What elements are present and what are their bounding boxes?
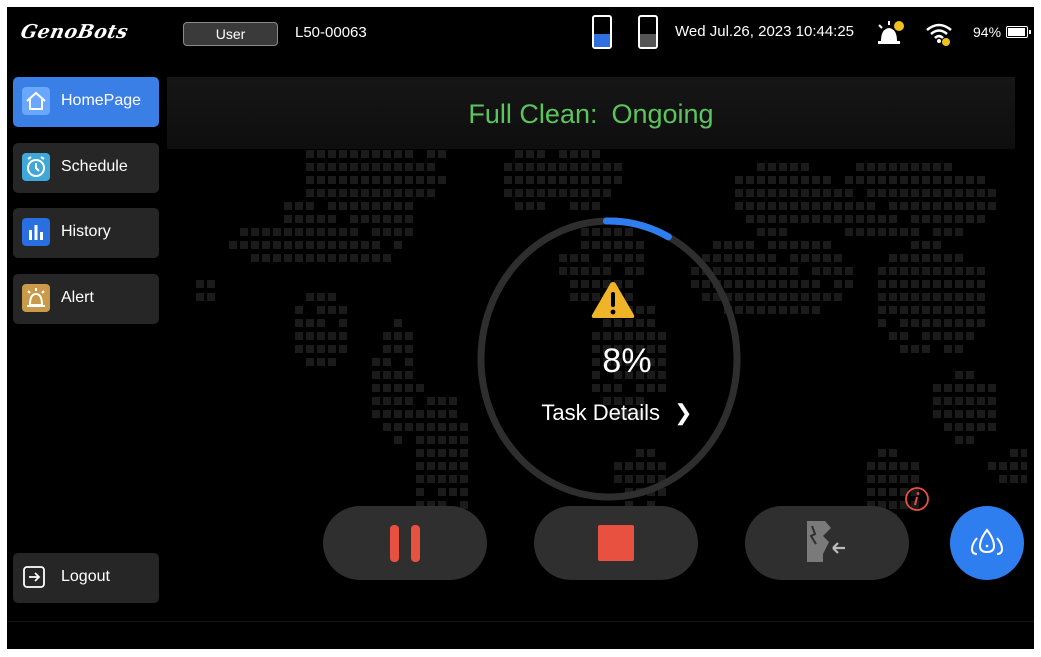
logout-icon [23, 566, 45, 588]
alarm-icon [22, 284, 50, 312]
clock-icon [22, 153, 50, 181]
sidebar-item-label: History [61, 223, 111, 240]
water-spray-button[interactable] [950, 506, 1024, 580]
sidebar-item-label: Alert [61, 289, 94, 306]
logout-label: Logout [61, 568, 110, 585]
sidebar-item-label: Schedule [61, 158, 128, 175]
sidebar-item-homepage[interactable]: HomePage [13, 77, 159, 127]
sidebar-item-history[interactable]: History [13, 208, 159, 258]
bar-chart-icon [22, 218, 50, 246]
sidebar-item-alert[interactable]: Alert [13, 274, 159, 324]
task-details-label: Task Details [541, 400, 661, 425]
home-icon [22, 87, 50, 115]
warning-icon[interactable] [590, 279, 636, 321]
wifi-icon [926, 23, 952, 46]
stop-button[interactable] [534, 506, 698, 580]
sidebar-item-label: HomePage [61, 92, 142, 109]
alarm-bell-icon[interactable] [875, 19, 905, 47]
stop-icon [598, 525, 634, 561]
task-details-link[interactable]: Task Details ❯ [527, 400, 707, 426]
dirty-water-tank-icon [638, 15, 658, 49]
water-drops-icon [970, 528, 1004, 555]
bottom-divider [7, 621, 1034, 622]
clean-state-label: Ongoing [611, 99, 714, 129]
progress-percent: 8% [602, 342, 652, 380]
chevron-right-icon: ❯ [674, 400, 693, 425]
device-id: L50-00063 [295, 24, 367, 41]
progress-arc [602, 217, 672, 241]
logout-button[interactable]: Logout [13, 553, 159, 603]
pause-icon [390, 525, 420, 562]
return-to-dock-icon [807, 521, 845, 562]
sidebar-item-schedule[interactable]: Schedule [13, 143, 159, 193]
app-screen: GenoBots User L50-00063 Wed Jul.26, 2023… [7, 7, 1034, 649]
info-icon[interactable] [904, 486, 930, 512]
status-banner: Full Clean: Ongoing [167, 77, 1015, 149]
brand-logo: GenoBots [18, 21, 131, 43]
return-to-dock-button[interactable] [745, 506, 909, 580]
clean-water-tank-icon [592, 15, 612, 49]
battery-icon [1006, 26, 1031, 38]
battery-percent: 94% [973, 24, 1002, 40]
user-button[interactable]: User [183, 22, 278, 46]
pause-button[interactable] [323, 506, 487, 580]
date-time: Wed Jul.26, 2023 10:44:25 [675, 23, 855, 40]
top-status-bar: GenoBots User L50-00063 Wed Jul.26, 2023… [7, 7, 1034, 59]
clean-mode-label: Full Clean: [468, 99, 598, 129]
